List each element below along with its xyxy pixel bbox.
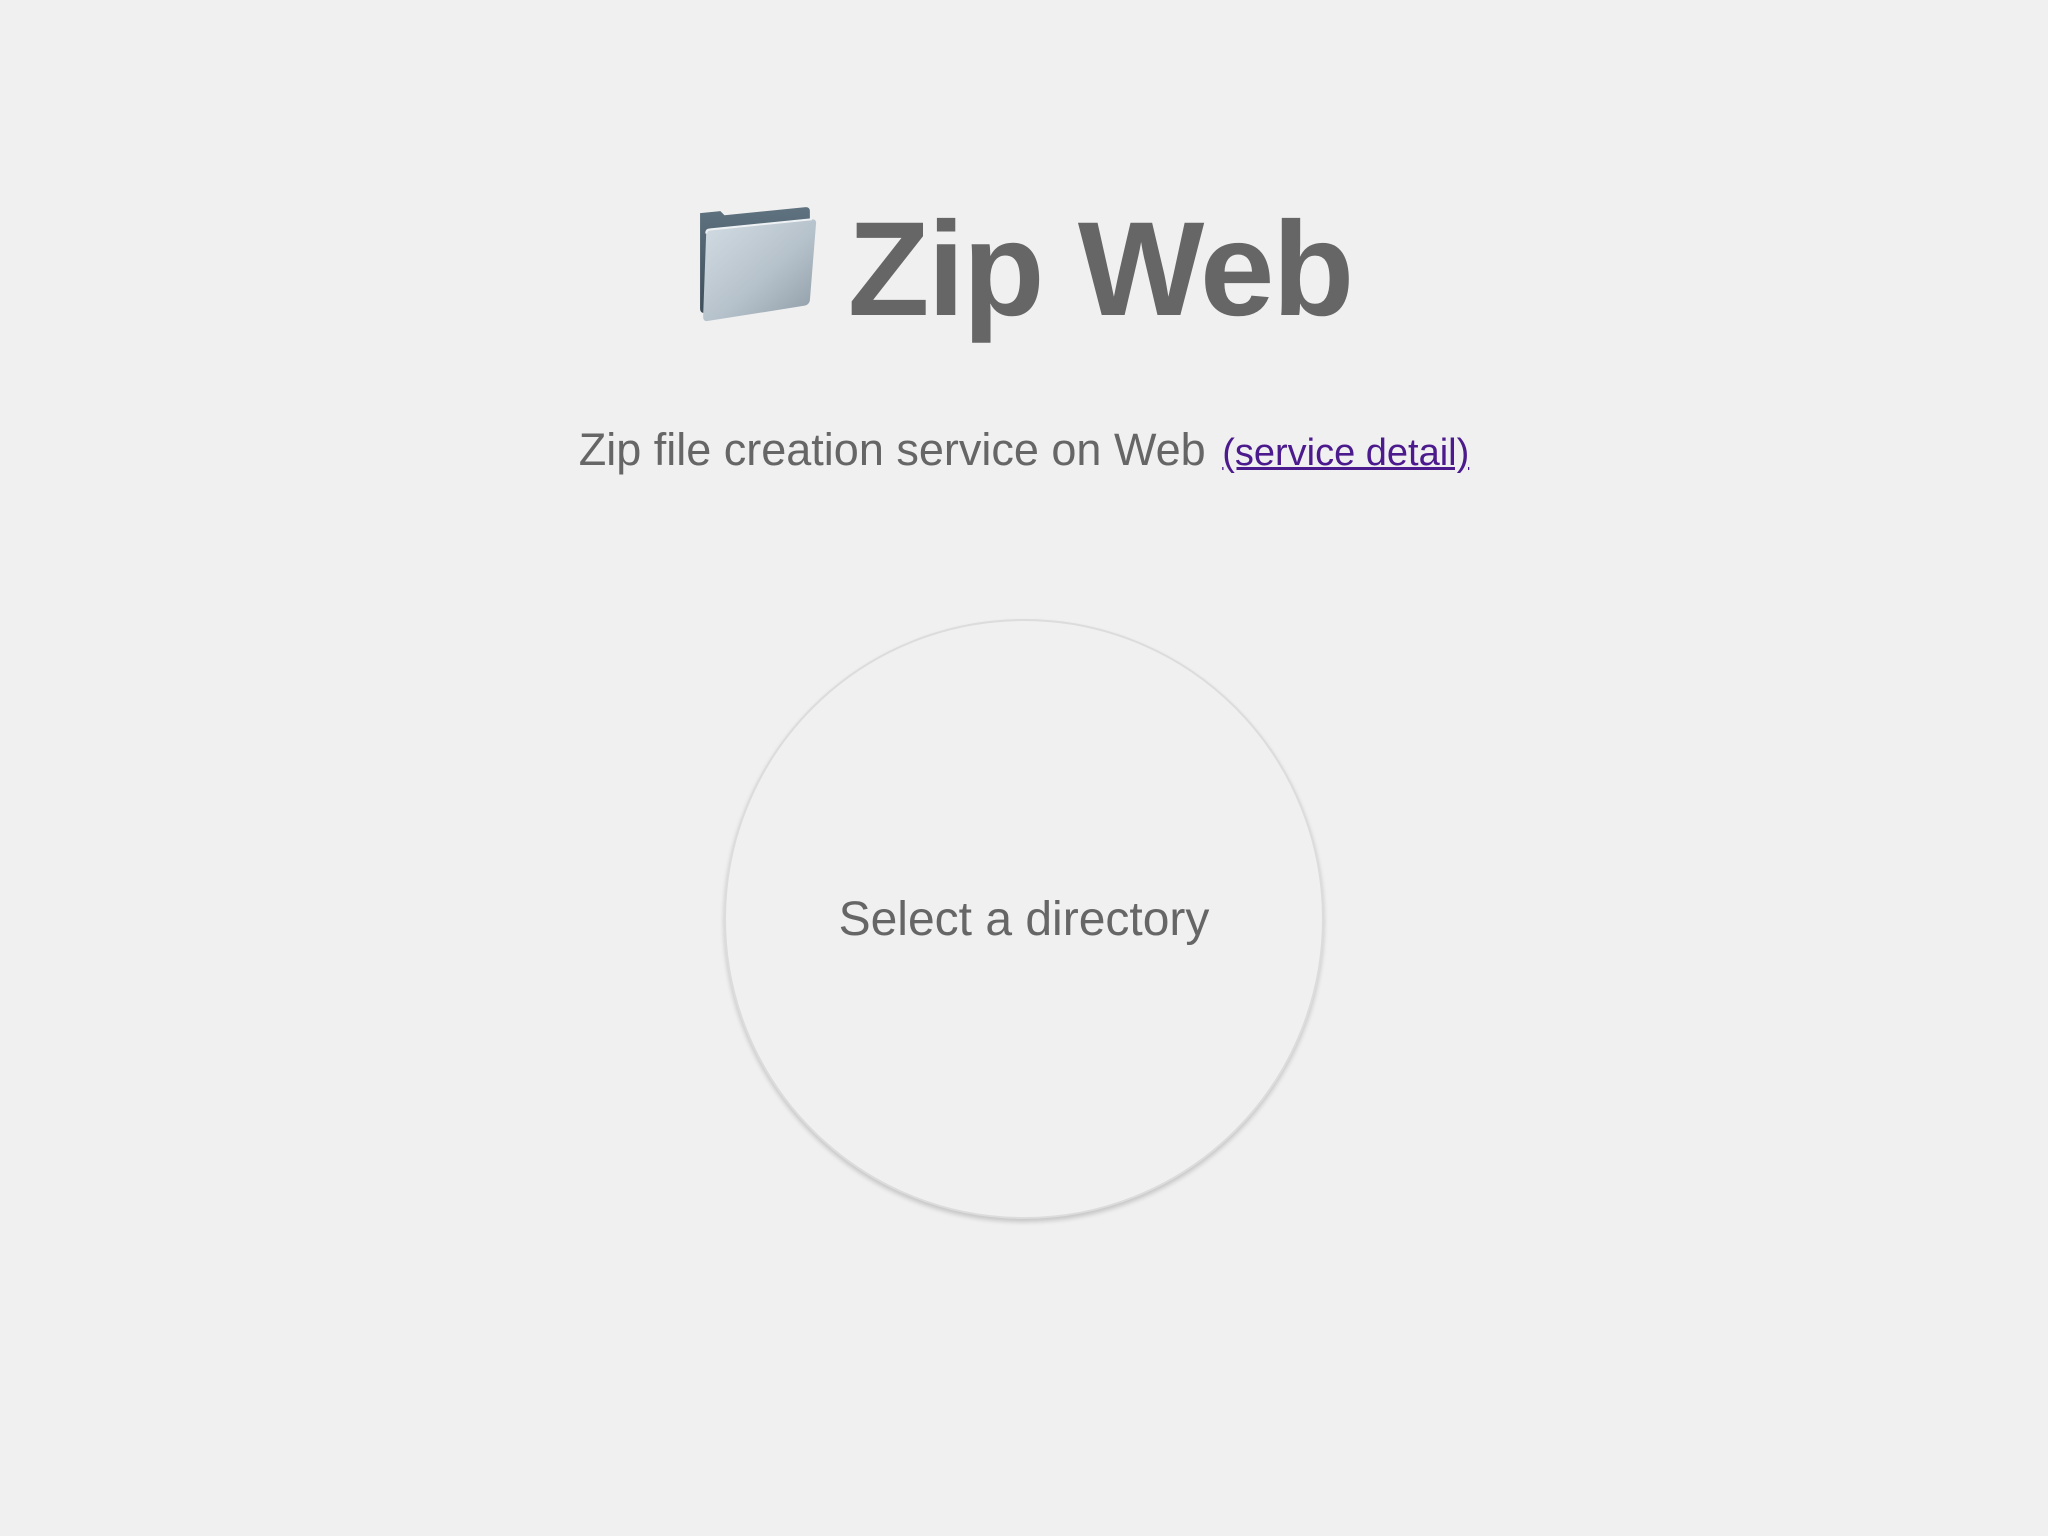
page-title: Zip Web — [847, 195, 1355, 344]
select-directory-button[interactable]: Select a directory — [724, 619, 1324, 1219]
select-directory-label: Select a directory — [838, 892, 1210, 946]
page-subtitle: Zip file creation service on Web (servic… — [0, 420, 2048, 483]
folder-icon — [699, 207, 816, 322]
subtitle-text: Zip file creation service on Web — [578, 424, 1206, 475]
service-detail-link[interactable]: (service detail) — [1222, 432, 1469, 474]
page-header: Zip Web — [0, 200, 2048, 340]
